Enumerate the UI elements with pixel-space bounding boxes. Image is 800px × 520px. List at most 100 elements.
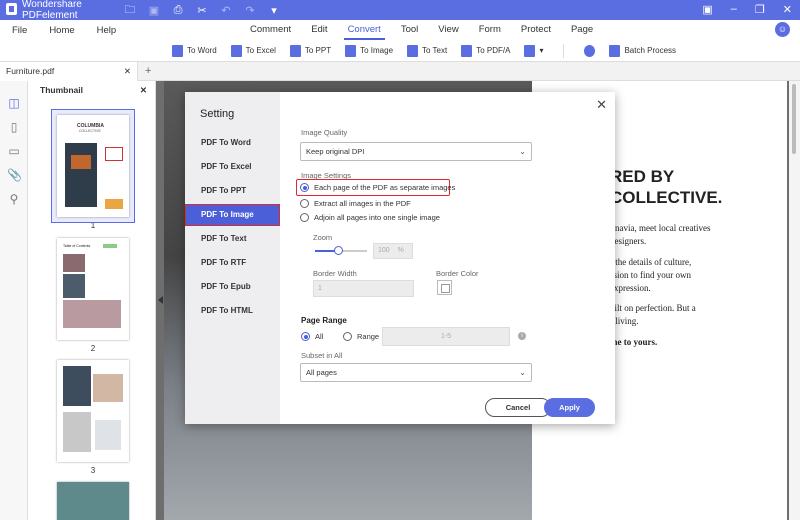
nav-pdf-to-text[interactable]: PDF To Text: [185, 228, 280, 250]
close-window-icon[interactable]: ✕: [783, 3, 792, 16]
text-file-icon: [407, 44, 419, 57]
doc-para4: me to yours.: [610, 337, 658, 347]
nav-pdf-to-epub[interactable]: PDF To Epub: [185, 276, 280, 298]
page-range-all[interactable]: All: [301, 332, 323, 341]
menu-form[interactable]: Form: [469, 20, 511, 40]
undo-icon[interactable]: ↶: [220, 4, 232, 17]
info-icon[interactable]: i: [518, 332, 526, 340]
radio-unselected[interactable]: [343, 332, 352, 341]
document-tab[interactable]: Furniture.pdf ✕: [0, 61, 138, 81]
subset-label: Subset in All: [301, 351, 343, 360]
search-icon[interactable]: ⚲: [7, 193, 21, 206]
to-pdfa-label: To PDF/A: [476, 46, 511, 55]
menu-protect[interactable]: Protect: [511, 20, 561, 40]
batch-process-button[interactable]: Batch Process: [609, 44, 676, 57]
print-icon[interactable]: ⎙: [172, 4, 184, 16]
radio-unselected[interactable]: [300, 199, 309, 208]
redo-icon[interactable]: ↷: [244, 4, 256, 17]
doc-para2-line3: expression.: [610, 283, 651, 293]
border-width-input[interactable]: 1: [313, 280, 414, 297]
page-thumbnail-4[interactable]: [57, 482, 129, 520]
to-ppt-button[interactable]: To PPT: [289, 44, 331, 57]
menu-help[interactable]: Help: [97, 25, 117, 36]
nav-pdf-to-html[interactable]: PDF To HTML: [185, 300, 280, 322]
to-text-label: To Text: [422, 46, 448, 55]
bookmark-icon[interactable]: ▯: [7, 121, 21, 134]
cancel-button[interactable]: Cancel: [485, 398, 551, 417]
attachment-icon[interactable]: 📎: [7, 169, 22, 182]
to-word-label: To Word: [187, 46, 217, 55]
to-image-button[interactable]: To Image: [345, 44, 394, 57]
thumbnail-panel-icon[interactable]: ◫: [7, 97, 21, 110]
close-panel-icon[interactable]: ✕: [140, 85, 147, 96]
menu-convert[interactable]: Convert: [338, 20, 391, 40]
border-color-picker[interactable]: [437, 280, 452, 295]
page-thumbnail-2[interactable]: Table of Contents 2: [57, 238, 129, 353]
menu-file[interactable]: File: [12, 25, 27, 36]
radio-unselected[interactable]: [300, 213, 309, 222]
restore-icon[interactable]: ❐: [755, 3, 765, 16]
zoom-slider[interactable]: [315, 246, 367, 255]
menu-tool[interactable]: Tool: [391, 20, 428, 40]
to-word-button[interactable]: To Word: [172, 44, 217, 57]
image-quality-value: Keep original DPI: [306, 147, 365, 156]
batch-process-icon: [609, 44, 621, 57]
thumbnail-panel-title: Thumbnail: [40, 85, 83, 95]
apply-button[interactable]: Apply: [544, 398, 595, 417]
menu-view[interactable]: View: [428, 20, 468, 40]
border-color-label: Border Color: [436, 269, 479, 278]
to-pdfa-button[interactable]: To PDF/A: [461, 44, 511, 57]
menu-page[interactable]: Page: [561, 20, 603, 40]
save-icon[interactable]: ▣: [148, 4, 160, 17]
menu-edit[interactable]: Edit: [301, 20, 337, 40]
open-folder-icon[interactable]: 🗀: [124, 4, 136, 16]
ocr-button[interactable]: [584, 44, 596, 57]
range-input[interactable]: 1-5: [382, 327, 510, 346]
to-image-label: To Image: [360, 46, 394, 55]
minimize-icon[interactable]: –: [731, 3, 737, 16]
page-range-range[interactable]: Range: [343, 332, 379, 341]
page-thumbnail-3[interactable]: 3: [57, 360, 129, 475]
settings-window-icon[interactable]: ▣: [702, 3, 712, 16]
menu-home[interactable]: Home: [49, 25, 74, 36]
user-account-icon[interactable]: ☺: [775, 22, 790, 37]
option-extract-images[interactable]: Extract all images in the PDF: [300, 199, 411, 208]
page1-text-block: [105, 147, 123, 161]
page-range-title: Page Range: [301, 316, 347, 325]
page-thumbnail-1[interactable]: COLUMBIA COLLECTIVE 1: [51, 109, 135, 230]
radio-selected[interactable]: [300, 183, 309, 192]
nav-pdf-to-image[interactable]: PDF To Image: [185, 204, 280, 226]
option-separate-images[interactable]: Each page of the PDF as separate images: [300, 183, 455, 192]
scrollbar-thumb[interactable]: [792, 84, 796, 154]
radio-selected[interactable]: [301, 332, 310, 341]
collapse-panel-icon[interactable]: [158, 296, 163, 304]
page2-badge: [103, 244, 117, 248]
option-adjoin-pages[interactable]: Adjoin all pages into one single image: [300, 213, 440, 222]
to-text-button[interactable]: To Text: [407, 44, 448, 57]
nav-pdf-to-excel[interactable]: PDF To Excel: [185, 156, 280, 178]
app-title-text: Wondershare PDFelement: [22, 0, 82, 21]
close-dialog-icon[interactable]: ✕: [596, 97, 607, 113]
close-tab-icon[interactable]: ✕: [124, 66, 131, 77]
menu-comment[interactable]: Comment: [240, 20, 301, 40]
option-extract-images-label: Extract all images in the PDF: [314, 199, 411, 208]
zoom-label: Zoom: [313, 233, 333, 242]
border-width-value: 1: [318, 285, 322, 292]
dropdown-icon[interactable]: ▾: [268, 4, 280, 17]
image-quality-select[interactable]: Keep original DPI ⌄: [300, 142, 532, 161]
zoom-slider-knob[interactable]: [334, 246, 343, 255]
more-formats-button[interactable]: ▾: [524, 44, 543, 57]
doc-para2-line1: r the details of culture,: [610, 257, 692, 267]
subset-select[interactable]: All pages ⌄: [300, 363, 532, 382]
zoom-input[interactable]: 100 %: [373, 243, 413, 259]
new-tab-icon[interactable]: +: [145, 65, 151, 77]
page1-chair: [71, 155, 91, 169]
nav-pdf-to-rtf[interactable]: PDF To RTF: [185, 252, 280, 274]
left-rail: ◫ ▯ ▭ 📎 ⚲: [0, 81, 28, 520]
nav-pdf-to-ppt[interactable]: PDF To PPT: [185, 180, 280, 202]
page1-accent-block: [105, 199, 123, 209]
to-excel-button[interactable]: To Excel: [230, 44, 276, 57]
nav-pdf-to-word[interactable]: PDF To Word: [185, 132, 280, 154]
scissors-icon[interactable]: ✂: [196, 4, 208, 17]
comment-icon[interactable]: ▭: [7, 145, 21, 158]
